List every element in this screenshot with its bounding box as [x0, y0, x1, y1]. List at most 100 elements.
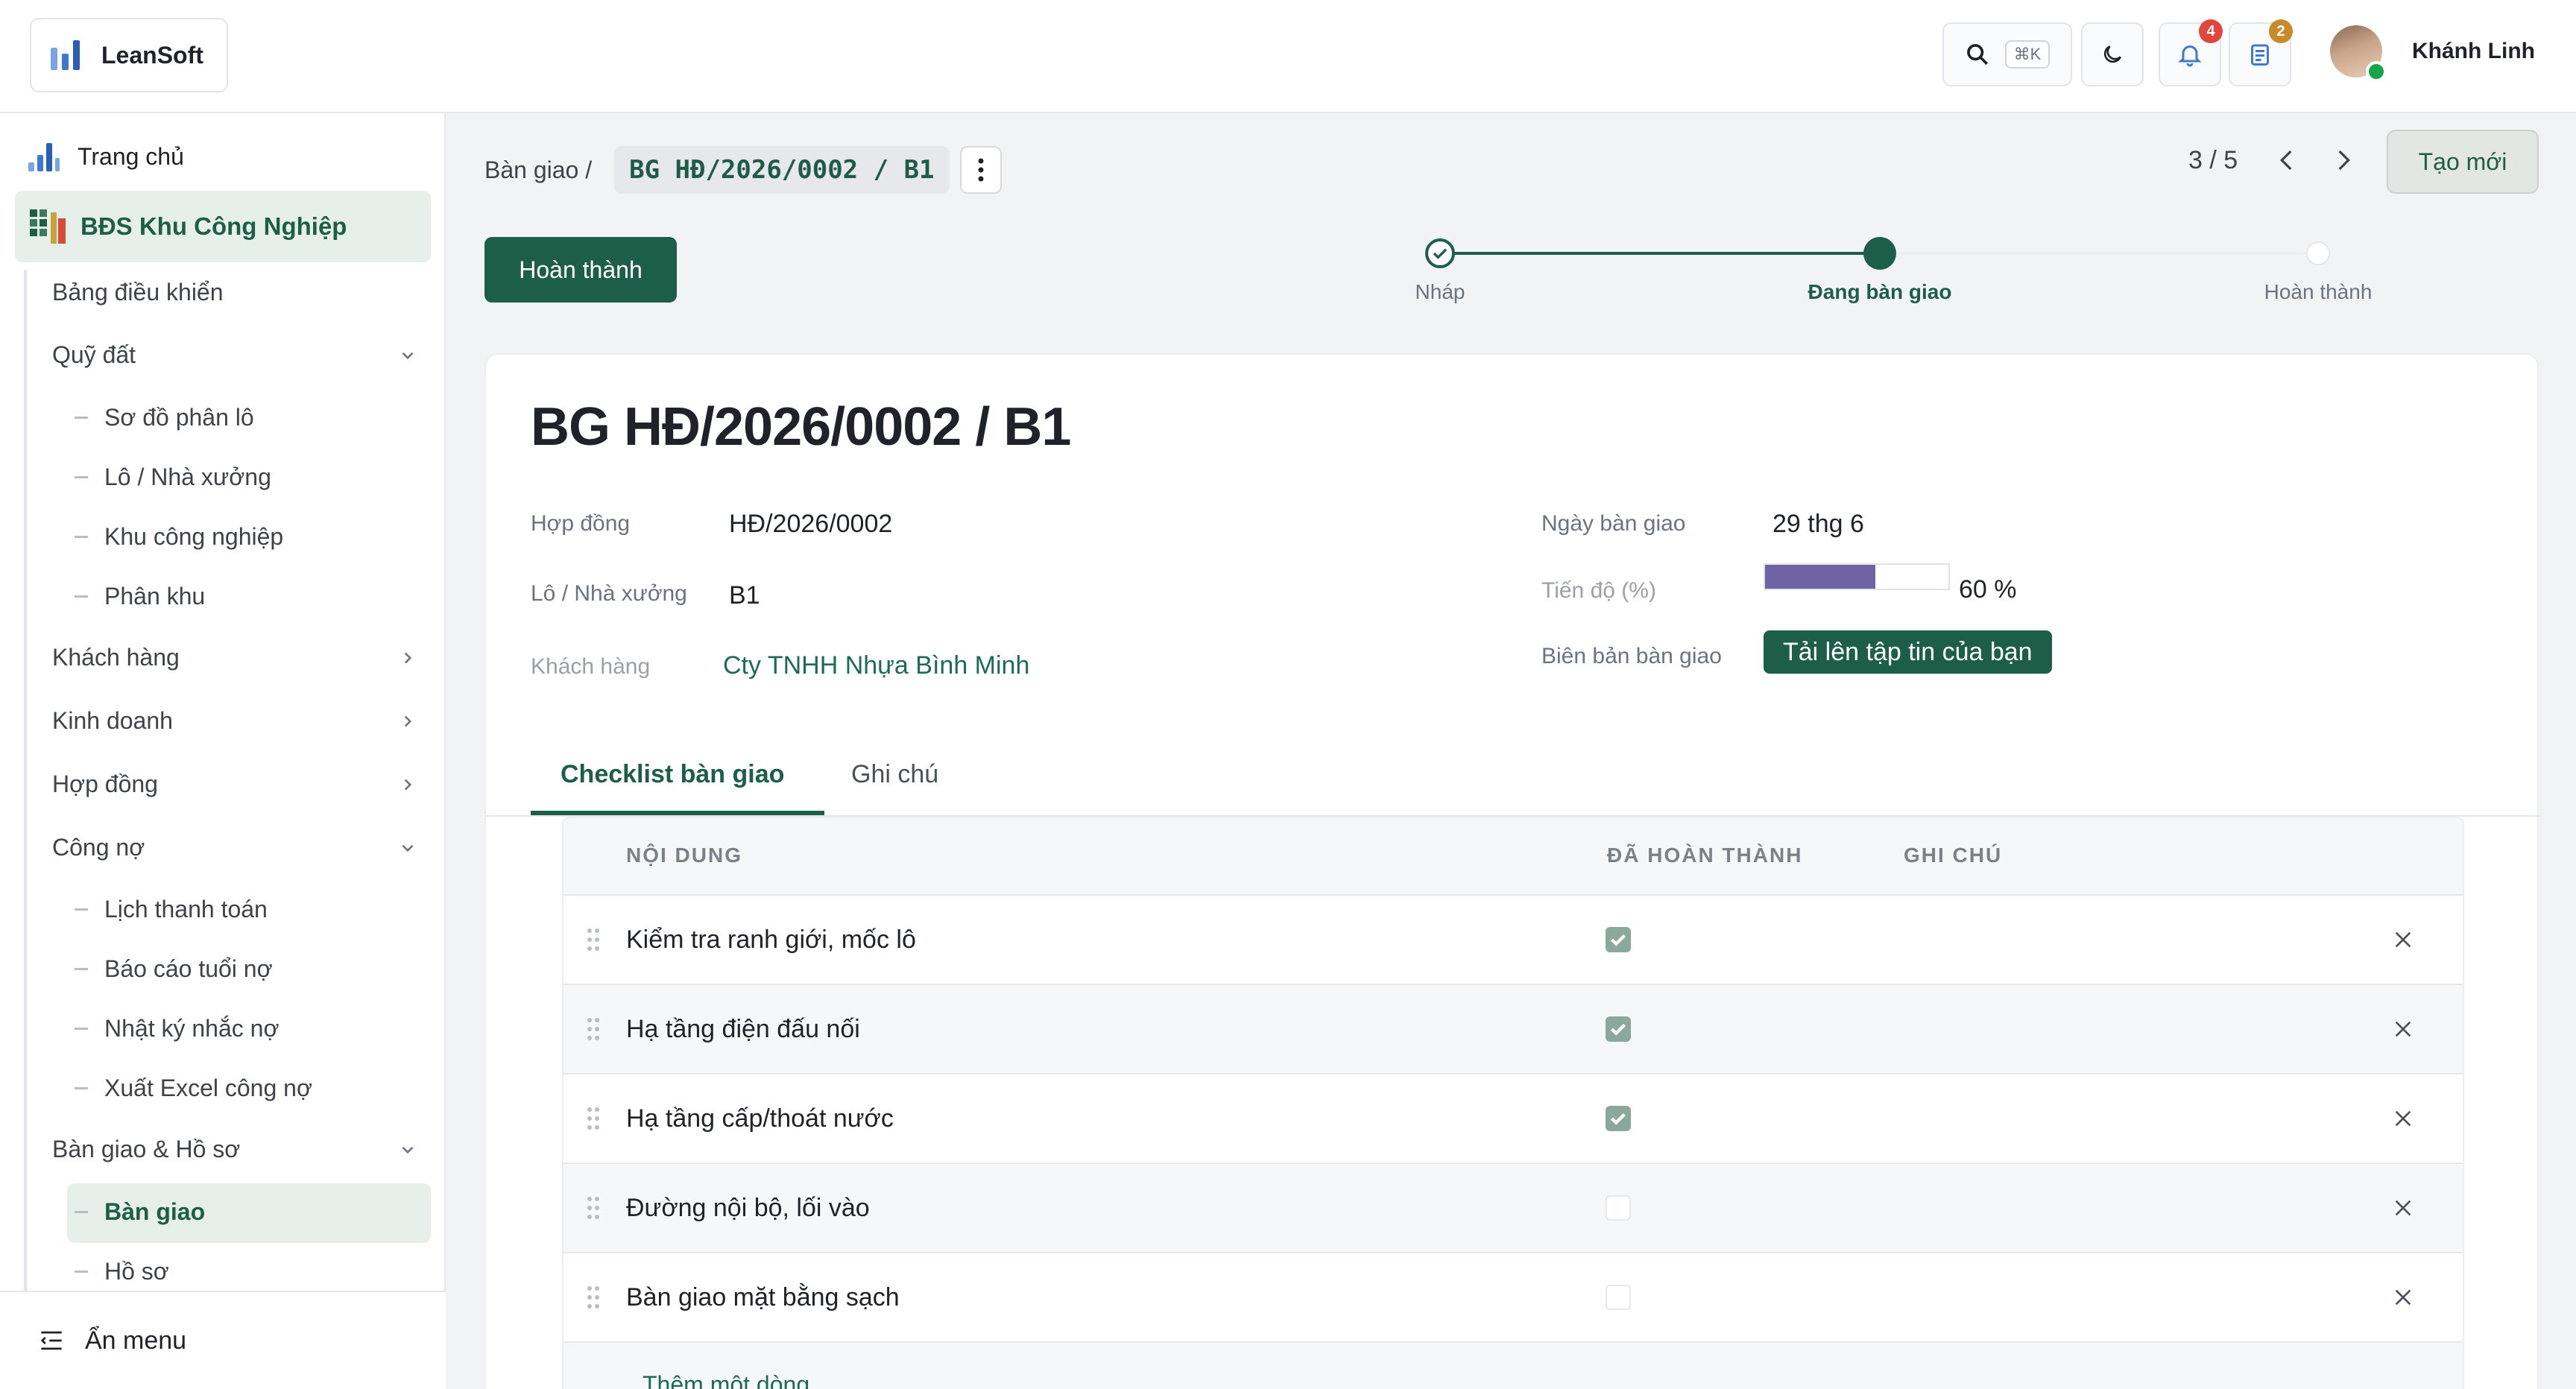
sidebar-item-business[interactable]: Kinh doanh [52, 707, 417, 735]
search-button[interactable]: ⌘K [1942, 22, 2072, 86]
table-row[interactable]: Hạ tầng cấp/thoát nước [564, 1073, 2463, 1162]
sidebar-tree-line [24, 270, 27, 1389]
upload-file-button[interactable]: Tải lên tập tin của bạn [1764, 630, 2052, 674]
drag-handle-icon[interactable] [586, 1016, 601, 1042]
column-header-note[interactable]: GHI CHÚ [1904, 844, 2002, 867]
record-card: BG HĐ/2026/0002 / B1 Hợp đồng HĐ/2026/00… [484, 353, 2540, 1389]
breadcrumb-parent[interactable]: Bàn giao / [484, 156, 592, 184]
sidebar-item-label: Trang chủ [78, 142, 184, 170]
next-record-icon[interactable] [2332, 143, 2355, 177]
row-content[interactable]: Hạ tầng cấp/thoát nước [626, 1104, 894, 1133]
delete-row-icon[interactable] [2391, 1017, 2415, 1041]
chevron-right-icon [404, 715, 412, 727]
sidebar-subitem-zones[interactable]: Phân khu [75, 583, 205, 610]
sidebar-subitem-lot-map[interactable]: Sơ đồ phân lô [75, 404, 254, 431]
avatar[interactable] [2330, 25, 2387, 82]
sidebar-subitem-handover[interactable]: Bàn giao [75, 1198, 205, 1226]
sidebar-module-active[interactable]: BĐS Khu Công Nghiệp [15, 191, 431, 262]
drag-handle-icon[interactable] [586, 1195, 601, 1221]
sidebar-item-customers[interactable]: Khách hàng [52, 644, 417, 671]
sidebar-subitem-debt-export[interactable]: Xuất Excel công nợ [75, 1075, 312, 1102]
check-icon [1610, 1023, 1626, 1036]
delete-row-icon[interactable] [2391, 928, 2415, 952]
drag-handle-icon[interactable] [586, 1106, 601, 1131]
chevron-down-icon [402, 352, 414, 359]
active-tab-underline [531, 811, 824, 815]
sidebar-item-label: Sơ đồ phân lô [104, 404, 254, 431]
record-title: BG HĐ/2026/0002 / B1 [531, 397, 1071, 457]
delete-row-icon[interactable] [2391, 1196, 2415, 1220]
sidebar-item-label: Kinh doanh [52, 707, 173, 734]
lot-label: Lô / Nhà xưởng [531, 581, 687, 606]
row-content[interactable]: Đường nội bộ, lối vào [626, 1194, 870, 1223]
search-shortcut: ⌘K [2004, 40, 2051, 69]
sidebar-subitem-documents[interactable]: Hồ sơ [75, 1258, 169, 1285]
notifications-button[interactable]: 4 [2159, 19, 2223, 86]
sidebar-item-dashboard[interactable]: Bảng điều khiển [52, 279, 417, 306]
sidebar-subitem-debt-aging[interactable]: Báo cáo tuổi nợ [75, 955, 273, 983]
drag-handle-icon[interactable] [586, 1285, 601, 1310]
done-checkbox[interactable] [1606, 1016, 1631, 1042]
customer-link[interactable]: Cty TNHH Nhựa Bình Minh [723, 651, 1029, 680]
done-checkbox[interactable] [1606, 927, 1631, 952]
chevron-down-icon [402, 844, 414, 852]
record-actions-button[interactable] [959, 146, 1002, 194]
done-checkbox[interactable] [1606, 1106, 1631, 1131]
search-icon [1966, 44, 1988, 66]
table-row[interactable]: Đường nội bộ, lối vào [564, 1162, 2463, 1252]
app-logo[interactable]: LeanSoft [30, 18, 228, 92]
sidebar-item-label: Xuất Excel công nợ [104, 1075, 312, 1101]
tab-notes[interactable]: Ghi chú [851, 760, 938, 789]
stage-label-draft[interactable]: Nháp [1415, 280, 1465, 304]
user-name[interactable]: Khánh Linh [2412, 39, 2535, 64]
sidebar-subitem-payment-schedule[interactable]: Lịch thanh toán [75, 896, 268, 923]
tab-checklist[interactable]: Checklist bàn giao [561, 760, 784, 789]
stage-todo-dot[interactable] [2306, 241, 2330, 265]
stage-current-dot[interactable] [1863, 237, 1896, 270]
contract-label: Hợp đồng [531, 511, 631, 536]
main-content: Bàn giao / BG HĐ/2026/0002 / B1 3 / 5 Tạ… [447, 113, 2576, 1389]
contract-value[interactable]: HĐ/2026/0002 [729, 510, 892, 539]
sidebar-item-land[interactable]: Quỹ đất [52, 341, 417, 369]
row-content[interactable]: Hạ tầng điện đấu nối [626, 1015, 860, 1044]
sidebar-subitem-lots[interactable]: Lô / Nhà xưởng [75, 463, 271, 491]
sidebar-subitem-debt-reminders[interactable]: Nhật ký nhắc nợ [75, 1015, 279, 1042]
delete-row-icon[interactable] [2391, 1107, 2415, 1130]
hide-menu-button[interactable]: Ẩn menu [0, 1291, 446, 1389]
done-checkbox[interactable] [1606, 1195, 1631, 1221]
drag-handle-icon[interactable] [586, 927, 601, 952]
lot-value[interactable]: B1 [729, 581, 760, 610]
sidebar-item-home[interactable]: Trang chủ [27, 140, 184, 173]
sidebar-item-label: Lô / Nhà xưởng [104, 463, 271, 490]
done-checkbox[interactable] [1606, 1285, 1631, 1310]
table-row[interactable]: Kiểm tra ranh giới, mốc lô [564, 894, 2463, 984]
column-header-content[interactable]: NỘI DUNG [626, 844, 742, 867]
sidebar-item-label: Bàn giao & Hồ sơ [52, 1136, 241, 1162]
sidebar-item-handover[interactable]: Bàn giao & Hồ sơ [52, 1136, 417, 1163]
row-content[interactable]: Bàn giao mặt bằng sạch [626, 1283, 900, 1312]
delete-row-icon[interactable] [2391, 1285, 2415, 1309]
sidebar: Trang chủ BĐS Khu Công Nghiệp Bảng điều … [0, 113, 446, 1389]
stage-label-current[interactable]: Đang bàn giao [1808, 280, 1952, 304]
sidebar-item-contracts[interactable]: Hợp đồng [52, 771, 417, 798]
previous-record-icon[interactable] [2275, 143, 2299, 177]
create-new-button[interactable]: Tạo mới [2387, 130, 2539, 194]
stage-label-done[interactable]: Hoàn thành [2264, 280, 2373, 304]
sidebar-subitem-industrial-park[interactable]: Khu công nghiệp [75, 523, 283, 551]
table-row[interactable]: Bàn giao mặt bằng sạch [564, 1252, 2463, 1341]
complete-button[interactable]: Hoàn thành [484, 237, 677, 303]
stage-draft-dot[interactable] [1425, 238, 1455, 268]
table-row[interactable]: Hạ tầng điện đấu nối [564, 984, 2463, 1073]
activities-button[interactable]: 2 [2229, 19, 2293, 86]
column-header-done[interactable]: ĐÃ HOÀN THÀNH [1607, 844, 1802, 867]
add-line-link[interactable]: Thêm một dòng [643, 1371, 809, 1389]
handover-date-value[interactable]: 29 thg 6 [1772, 510, 1864, 539]
theme-toggle-button[interactable] [2081, 22, 2144, 86]
minutes-label: Biên bản bàn giao [1541, 644, 1722, 668]
row-content[interactable]: Kiểm tra ranh giới, mốc lô [626, 926, 916, 955]
check-icon [1610, 934, 1626, 946]
collapse-menu-icon [40, 1331, 62, 1350]
chevron-right-icon [404, 652, 412, 663]
sidebar-item-debt[interactable]: Công nợ [52, 834, 417, 861]
sidebar-item-label: Công nợ [52, 834, 145, 861]
